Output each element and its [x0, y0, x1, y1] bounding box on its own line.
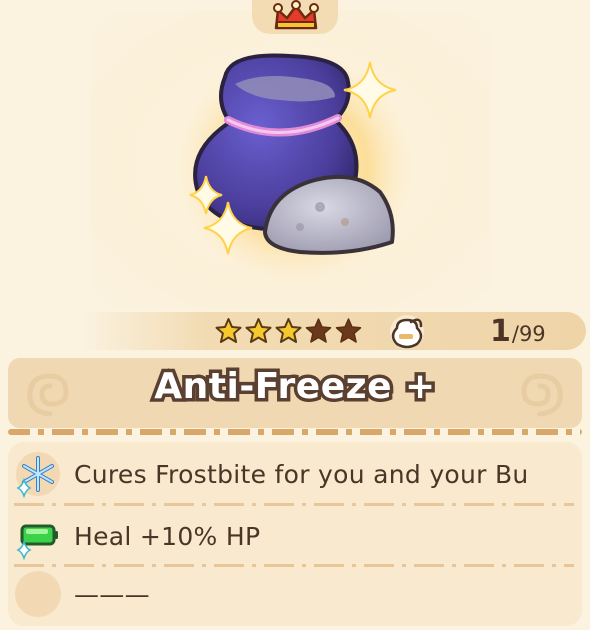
item-count: 1 /99 [490, 314, 546, 349]
star-empty-icon [305, 318, 332, 343]
effect-row: Cures Frostbite for you and your Bu [14, 446, 574, 502]
snowflake-icon [16, 452, 60, 498]
empty-slot-icon [14, 570, 62, 618]
count-current: 1 [490, 314, 511, 349]
effect-row: ——— [14, 566, 574, 622]
heal-battery-icon [16, 524, 58, 560]
effect-text: Cures Frostbite for you and your Bu [74, 459, 529, 489]
count-max: /99 [511, 322, 546, 346]
star-empty-icon [335, 318, 362, 343]
row-separator [14, 503, 574, 506]
empty-slot-circle [15, 571, 61, 617]
star-filled-icon [245, 318, 272, 343]
inventory-bag-icon [390, 315, 424, 349]
item-sack-image [173, 44, 417, 280]
star-filled-icon [215, 318, 242, 343]
item-title: Anti-Freeze + [151, 363, 439, 411]
effect-row: Heal +10% HP [14, 508, 574, 564]
crown-icon [273, 0, 319, 30]
effect-text: Heal +10% HP [74, 521, 261, 551]
title-separator [8, 429, 582, 435]
star-filled-icon [275, 318, 302, 343]
rarity-stars [214, 317, 363, 345]
effect-text: ——— [74, 579, 150, 609]
